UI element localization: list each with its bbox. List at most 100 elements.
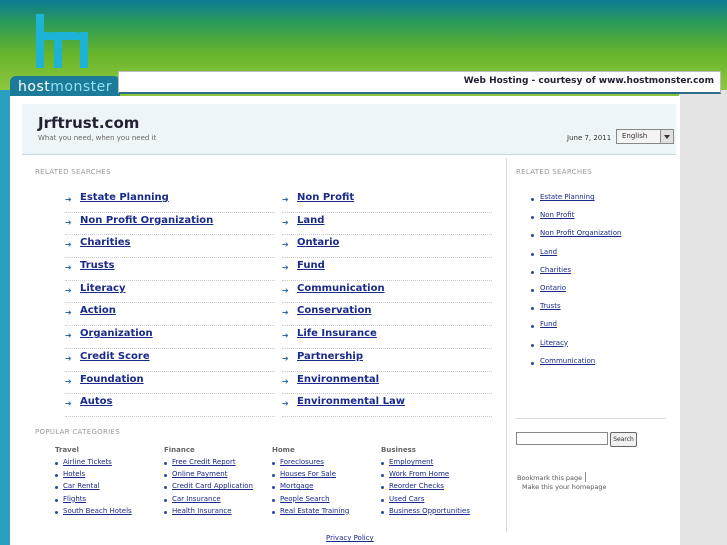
related-link[interactable]: Trusts bbox=[80, 260, 114, 271]
sidebar-link[interactable]: Land bbox=[540, 248, 557, 256]
arrow-right-icon: ➔ bbox=[282, 240, 289, 250]
popular-link[interactable]: Employment bbox=[389, 458, 433, 466]
related-link-row: ➔ Literacy bbox=[65, 281, 275, 304]
arrow-right-icon: ➔ bbox=[282, 263, 289, 273]
popular-link[interactable]: South Beach Hotels bbox=[63, 507, 132, 515]
arrow-right-icon: ➔ bbox=[65, 331, 72, 341]
bullet-icon bbox=[531, 270, 534, 274]
privacy-policy-link[interactable]: Privacy Policy bbox=[326, 534, 374, 542]
bullet-icon bbox=[164, 474, 167, 478]
popular-link[interactable]: Hotels bbox=[63, 470, 85, 478]
language-select[interactable]: English bbox=[616, 129, 674, 144]
popular-column: Travel Airline Tickets Hotels Car Rental Fli… bbox=[55, 446, 132, 519]
chevron-down-icon[interactable] bbox=[660, 130, 673, 143]
related-link[interactable]: Literacy bbox=[80, 283, 126, 294]
arrow-right-icon: ➔ bbox=[65, 240, 72, 250]
related-link[interactable]: Environmental Law bbox=[297, 396, 405, 407]
related-link[interactable]: Credit Score bbox=[80, 351, 150, 362]
popular-heading: Home bbox=[272, 446, 295, 454]
right-scroll-strip bbox=[679, 90, 727, 545]
popular-item: Mortgage bbox=[272, 482, 313, 494]
sidebar-link[interactable]: Trusts bbox=[540, 302, 561, 310]
arrow-right-icon: ➔ bbox=[65, 263, 72, 273]
related-link[interactable]: Estate Planning bbox=[80, 192, 169, 203]
bullet-icon bbox=[381, 498, 384, 502]
bullet-icon bbox=[272, 474, 275, 478]
sidebar-link[interactable]: Communication bbox=[540, 357, 595, 365]
sidebar-link[interactable]: Non Profit Organization bbox=[540, 229, 621, 237]
related-link-row: ➔ Charities bbox=[65, 235, 275, 259]
sidebar-link[interactable]: Ontario bbox=[540, 284, 566, 292]
popular-link[interactable]: Real Estate Training bbox=[280, 507, 349, 515]
bullet-icon bbox=[55, 498, 58, 502]
popular-link[interactable]: Flights bbox=[63, 495, 86, 503]
popular-item: Foreclosures bbox=[272, 458, 324, 470]
related-link[interactable]: Life Insurance bbox=[297, 328, 377, 339]
related-link-row: ➔ Life Insurance bbox=[282, 326, 492, 349]
popular-item: Credit Card Application bbox=[164, 482, 253, 494]
popular-column: Finance Free Credit Report Online Payment C… bbox=[164, 446, 253, 519]
bullet-icon bbox=[164, 510, 167, 514]
homepage-link[interactable]: Make this your homepage bbox=[522, 483, 606, 491]
bullet-icon bbox=[381, 474, 384, 478]
arrow-right-icon: ➔ bbox=[65, 399, 72, 409]
popular-link[interactable]: Airline Tickets bbox=[63, 458, 112, 466]
related-link[interactable]: Non Profit bbox=[297, 192, 354, 203]
sidebar-link[interactable]: Literacy bbox=[540, 339, 568, 347]
bullet-icon bbox=[272, 486, 275, 490]
main-card: Jrftrust.com What you need, when you nee… bbox=[10, 96, 680, 545]
bullet-icon bbox=[381, 486, 384, 490]
popular-link[interactable]: Car Rental bbox=[63, 482, 100, 490]
popular-link[interactable]: Free Credit Report bbox=[172, 458, 236, 466]
related-link-row: ➔ Ontario bbox=[282, 235, 492, 259]
bullet-icon bbox=[531, 252, 534, 256]
popular-link[interactable]: Houses For Sale bbox=[280, 470, 336, 478]
related-link[interactable]: Action bbox=[80, 305, 116, 316]
popular-link[interactable]: Used Cars bbox=[389, 495, 424, 503]
bullet-icon bbox=[55, 510, 58, 514]
popular-link[interactable]: Foreclosures bbox=[280, 458, 324, 466]
bullet-icon bbox=[55, 462, 58, 465]
search-input[interactable] bbox=[516, 432, 608, 445]
related-link[interactable]: Autos bbox=[80, 396, 112, 407]
related-link[interactable]: Environmental bbox=[297, 374, 379, 385]
related-link-row: ➔ Environmental Law bbox=[282, 394, 492, 417]
popular-link[interactable]: Health Insurance bbox=[172, 507, 232, 515]
popular-link[interactable]: People Search bbox=[280, 495, 330, 503]
sidebar-link[interactable]: Fund bbox=[540, 320, 557, 328]
search-button[interactable]: Search bbox=[610, 432, 637, 447]
popular-link[interactable]: Mortgage bbox=[280, 482, 313, 490]
bullet-icon bbox=[531, 198, 534, 201]
related-link[interactable]: Foundation bbox=[80, 374, 144, 385]
popular-column: Business Employment Work From Home Reorder … bbox=[381, 446, 470, 519]
related-link[interactable]: Partnership bbox=[297, 351, 363, 362]
related-link[interactable]: Charities bbox=[80, 237, 131, 248]
popular-item: Reorder Checks bbox=[381, 482, 444, 494]
related-link[interactable]: Non Profit Organization bbox=[80, 215, 213, 226]
popular-link[interactable]: Business Opportunities bbox=[389, 507, 470, 515]
sidebar-link[interactable]: Estate Planning bbox=[540, 193, 595, 201]
sidebar-link[interactable]: Charities bbox=[540, 266, 571, 274]
popular-item: Car Insurance bbox=[164, 495, 221, 507]
popular-link[interactable]: Work From Home bbox=[389, 470, 449, 478]
related-link[interactable]: Organization bbox=[80, 328, 153, 339]
popular-link[interactable]: Online Payment bbox=[172, 470, 227, 478]
popular-link[interactable]: Credit Card Application bbox=[172, 482, 253, 490]
related-link[interactable]: Conservation bbox=[297, 305, 371, 316]
popular-item: Free Credit Report bbox=[164, 458, 236, 470]
arrow-right-icon: ➔ bbox=[282, 331, 289, 341]
related-link[interactable]: Ontario bbox=[297, 237, 339, 248]
arrow-right-icon: ➔ bbox=[282, 353, 289, 363]
site-tagline: What you need, when you need it bbox=[38, 134, 157, 142]
popular-link[interactable]: Car Insurance bbox=[172, 495, 221, 503]
hostmonster-logo[interactable]: hostmonster bbox=[10, 8, 120, 98]
sidebar-link[interactable]: Non Profit bbox=[540, 211, 574, 219]
related-link[interactable]: Communication bbox=[297, 283, 385, 294]
popular-link[interactable]: Reorder Checks bbox=[389, 482, 444, 490]
related-link-row: ➔ Partnership bbox=[282, 349, 492, 372]
bullet-icon bbox=[531, 361, 534, 365]
related-link[interactable]: Fund bbox=[297, 260, 325, 271]
related-link-row: ➔ Conservation bbox=[282, 303, 492, 327]
bookmark-link[interactable]: Bookmark this page bbox=[517, 472, 586, 482]
related-link[interactable]: Land bbox=[297, 215, 324, 226]
